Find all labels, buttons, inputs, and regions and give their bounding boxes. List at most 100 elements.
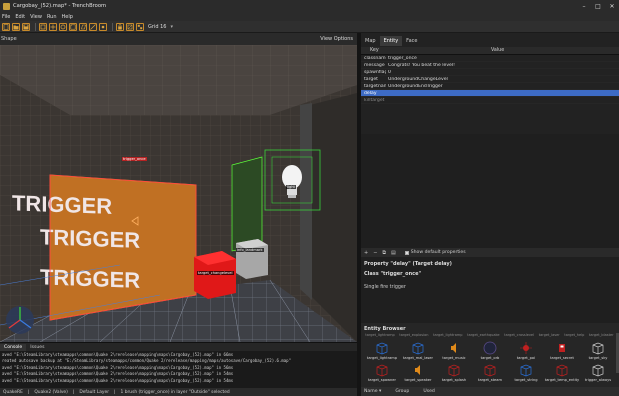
scale-tool-button[interactable] xyxy=(69,22,77,31)
shear-tool-button[interactable] xyxy=(79,22,87,31)
entity-browser-item-label: target_steam xyxy=(478,378,502,382)
inspector-tabs: Map Entity Face xyxy=(361,36,421,46)
entity-label-partial[interactable]: target_earthquake xyxy=(467,333,499,339)
menu-file[interactable]: File xyxy=(2,14,10,20)
table-row-selected[interactable]: delay xyxy=(361,90,619,97)
trigger-text: TRIGGER xyxy=(40,264,140,292)
entity-browser-item-label: target_temp_entity xyxy=(544,378,580,382)
shear-icon xyxy=(81,24,86,29)
property-value[interactable]: UndergroundEndTrigger xyxy=(386,84,619,89)
entity-browser-item[interactable]: target_mal_laser xyxy=(399,340,437,362)
label-target-changelevel: target_changelevel xyxy=(197,271,234,275)
grid-size-label[interactable]: Grid 16 xyxy=(148,24,166,30)
menu-edit[interactable]: Edit xyxy=(15,14,25,20)
used-toggle[interactable]: Used xyxy=(423,389,435,394)
entity-label-partial[interactable]: target_lightramp xyxy=(365,333,394,339)
table-row[interactable]: spawnflags 0 xyxy=(361,69,619,76)
entity-browser-grid: target_lightramp target_explosion target… xyxy=(363,333,616,383)
tab-face[interactable]: Face xyxy=(402,36,421,46)
entity-browser-item-label: target_speaker xyxy=(404,378,432,382)
new-map-button[interactable] xyxy=(2,22,10,31)
entity-browser-item[interactable]: target_speaker xyxy=(399,362,437,384)
entity-properties-table: Key Value classname trigger_once message… xyxy=(361,47,619,104)
brush-icon xyxy=(40,24,46,29)
label-trigger-once: trigger_once xyxy=(122,157,147,161)
entity-browser-item[interactable]: target_spawner xyxy=(363,362,401,384)
entity-browser-item[interactable]: target_lightramp xyxy=(363,340,401,362)
viewport-scene[interactable]: TRIGGER TRIGGER TRIGGER trigger_once lig… xyxy=(0,45,357,342)
clip-tool-button[interactable] xyxy=(89,22,97,31)
tab-issues[interactable]: Issues xyxy=(26,344,48,351)
cube-wire-icon xyxy=(376,364,388,377)
property-value[interactable]: 0 xyxy=(386,70,619,75)
table-row[interactable]: targetname UndergroundEndTrigger xyxy=(361,83,619,90)
texture-lock-button[interactable] xyxy=(116,22,124,31)
view-options-button[interactable]: View Options xyxy=(320,36,353,42)
entity-label-partial[interactable]: target_explosion xyxy=(399,333,428,339)
sort-name-dropdown[interactable]: Name ▾ xyxy=(364,389,381,394)
group-toggle[interactable]: Group xyxy=(395,389,409,394)
entity-browser-item[interactable]: target_sky xyxy=(579,340,617,362)
value-column-header[interactable]: Value xyxy=(491,48,504,53)
entity-browser-item[interactable]: target_secret xyxy=(543,340,581,362)
add-property-button[interactable]: + xyxy=(364,250,368,256)
show-default-checkbox[interactable] xyxy=(404,250,409,255)
entity-browser-item[interactable]: target_steam xyxy=(471,362,509,384)
maximize-button[interactable]: □ xyxy=(591,0,605,12)
property-value[interactable]: UndergroundChangeLevel xyxy=(386,77,619,82)
move-tool-button[interactable] xyxy=(49,22,57,31)
menu-run[interactable]: Run xyxy=(47,14,57,20)
brush-tool-button[interactable] xyxy=(39,22,47,31)
entity-label-partial[interactable]: target_help xyxy=(564,333,584,339)
entity-browser-item[interactable]: target_orb xyxy=(471,340,509,362)
entity-browser-item[interactable]: target_poi xyxy=(507,340,545,362)
rotate-tool-button[interactable] xyxy=(59,22,67,31)
title-bar: Cargobay_(52).map* - TrenchBroom – □ ✕ xyxy=(0,0,619,12)
key-column-header[interactable]: Key xyxy=(361,48,491,53)
cube-wire-icon xyxy=(556,364,568,377)
entity-browser-item[interactable]: target_splash xyxy=(435,362,473,384)
entity-label-partial[interactable]: target_blaster xyxy=(589,333,614,339)
status-selection: 1 brush (trigger_once) in layer "Outside… xyxy=(120,389,230,395)
entity-label-partial[interactable]: target_laser xyxy=(539,333,560,339)
tab-console[interactable]: Console xyxy=(0,343,27,351)
table-row[interactable]: message Congrats! You beat the level! xyxy=(361,62,619,69)
entity-label-partial[interactable]: target_crosslevel xyxy=(504,333,534,339)
entity-label-partial[interactable]: target_lightramp xyxy=(433,333,462,339)
status-game: QuakeRE xyxy=(3,389,23,395)
viewport-header: Shape View Options xyxy=(0,33,357,45)
uv-lock-button[interactable] xyxy=(126,22,134,31)
entity-browser-item[interactable]: target_string xyxy=(507,362,545,384)
property-value[interactable]: trigger_once xyxy=(386,56,619,61)
open-map-button[interactable] xyxy=(12,22,20,31)
viewport-3d[interactable]: Shape View Options TRIGGER TRIGGER TRIGG… xyxy=(0,33,357,342)
vertex-icon xyxy=(101,25,105,28)
menu-help[interactable]: Help xyxy=(62,14,73,20)
paste-property-button[interactable]: ▤ xyxy=(391,250,396,256)
close-button[interactable]: ✕ xyxy=(605,0,619,12)
entity-browser-item-label: target_spawner xyxy=(368,378,396,382)
menu-view[interactable]: View xyxy=(30,14,42,20)
replace-texture-button[interactable] xyxy=(136,22,144,31)
copy-property-button[interactable]: ⧉ xyxy=(382,250,386,256)
grid-dropdown-icon[interactable]: ▾ xyxy=(170,24,173,30)
clip-icon xyxy=(90,23,96,30)
entity-browser-item[interactable]: trigger_always xyxy=(579,362,617,384)
properties-empty-area xyxy=(361,134,619,248)
entity-browser-item[interactable]: target_music xyxy=(435,340,473,362)
table-row[interactable]: classname trigger_once xyxy=(361,55,619,62)
scale-icon xyxy=(70,24,76,30)
minimize-button[interactable]: – xyxy=(577,0,591,12)
entity-browser-item-label: trigger_always xyxy=(584,378,612,382)
property-value[interactable]: Congrats! You beat the level! xyxy=(386,63,619,68)
remove-property-button[interactable]: − xyxy=(373,250,377,256)
save-map-button[interactable] xyxy=(22,22,30,31)
tab-map[interactable]: Map xyxy=(361,36,380,46)
table-row[interactable]: killtarget xyxy=(361,97,619,104)
property-key: killtarget xyxy=(364,97,385,103)
vertex-tool-button[interactable] xyxy=(99,22,107,31)
entity-browser-item[interactable]: target_temp_entity xyxy=(543,362,581,384)
cube-wire-icon xyxy=(448,364,460,377)
table-row[interactable]: target UndergroundChangeLevel xyxy=(361,76,619,83)
tab-entity[interactable]: Entity xyxy=(379,36,403,46)
